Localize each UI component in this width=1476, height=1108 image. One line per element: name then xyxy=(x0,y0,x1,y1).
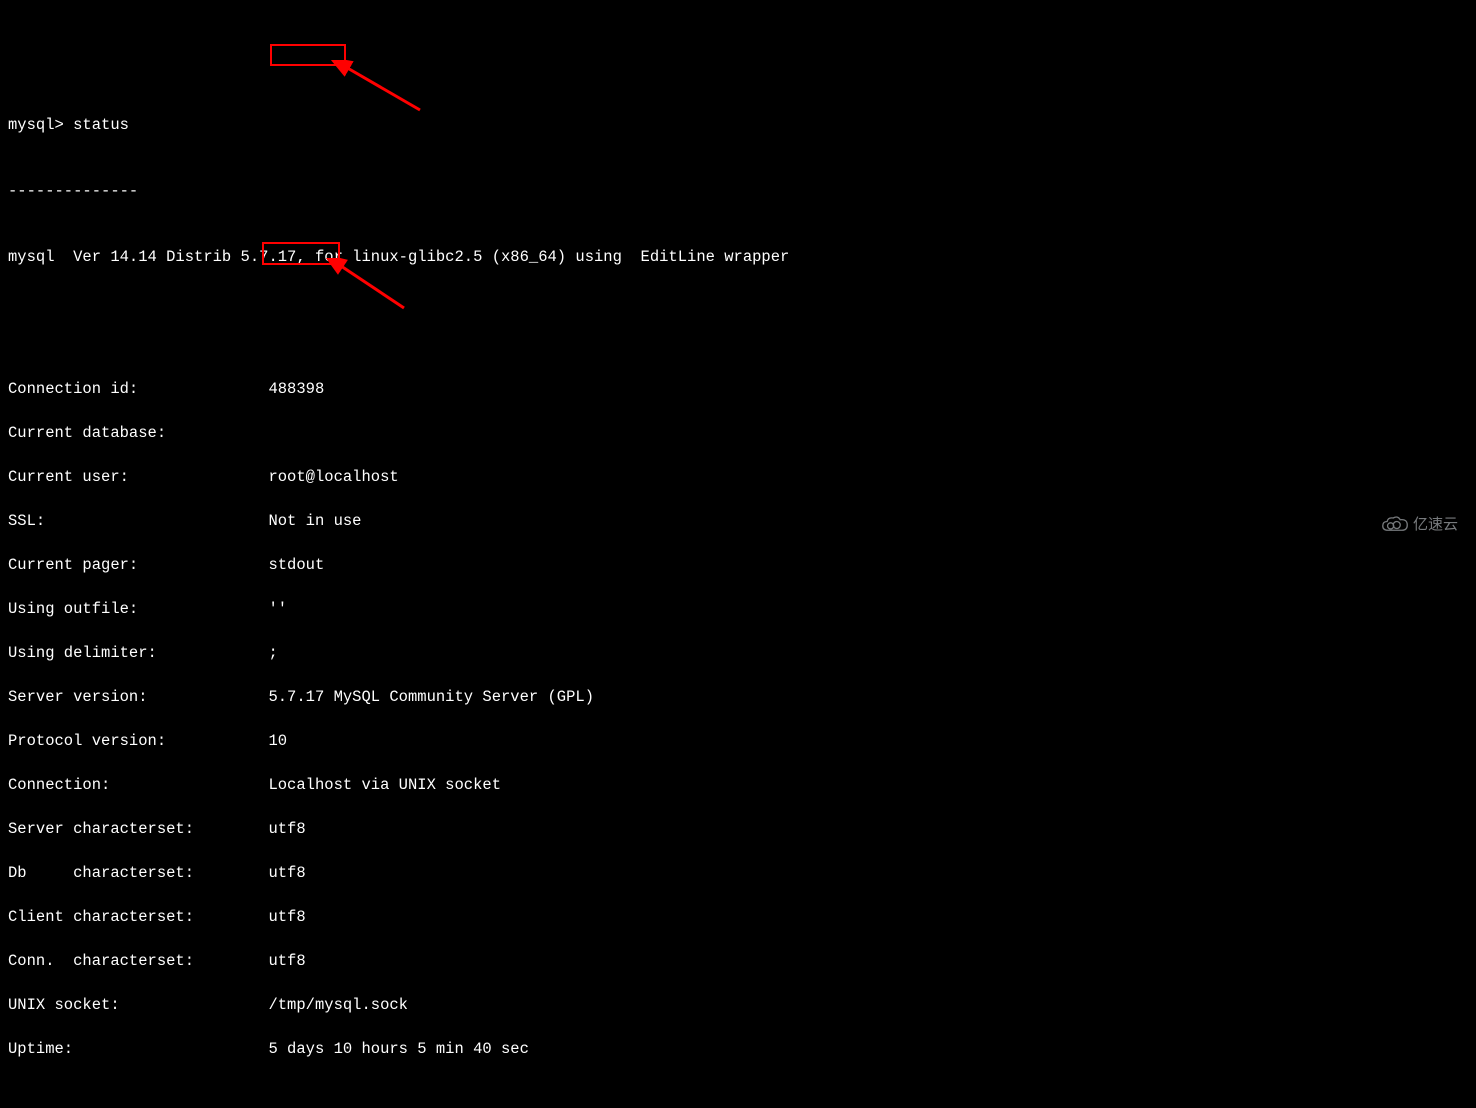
status-label: Using delimiter: xyxy=(8,644,268,662)
watermark: 亿速云 xyxy=(1381,514,1458,536)
status-value: Localhost via UNIX socket xyxy=(268,776,501,794)
status-row: Server characterset: utf8 xyxy=(8,818,1468,840)
status-value: utf8 xyxy=(268,820,305,838)
status-value: '' xyxy=(268,600,287,618)
status-label: Connection: xyxy=(8,776,268,794)
status-label: Db characterset: xyxy=(8,864,268,882)
status-row: UNIX socket: /tmp/mysql.sock xyxy=(8,994,1468,1016)
blank-line xyxy=(8,1104,1468,1108)
status-value: 488398 xyxy=(268,380,324,398)
status-value: utf8 xyxy=(268,864,305,882)
status-label: Uptime: xyxy=(8,1040,268,1058)
status-label: UNIX socket: xyxy=(8,996,268,1014)
status-label: Server version: xyxy=(8,688,268,706)
status-value: /tmp/mysql.sock xyxy=(268,996,408,1014)
watermark-text: 亿速云 xyxy=(1413,514,1458,536)
terminal-line: mysql> status xyxy=(8,114,1468,136)
version-number: 5.7.17 xyxy=(241,248,297,266)
status-label: SSL: xyxy=(8,512,268,530)
status-row: Client characterset: utf8 xyxy=(8,906,1468,928)
version-post: , for linux-glibc2.5 (x86_64) using Edit… xyxy=(296,248,789,266)
status-row: Uptime: 5 days 10 hours 5 min 40 sec xyxy=(8,1038,1468,1060)
status-value: root@localhost xyxy=(268,468,398,486)
status-label: Using outfile: xyxy=(8,600,268,618)
status-row: Current pager: stdout xyxy=(8,554,1468,576)
status-label: Server characterset: xyxy=(8,820,268,838)
status-row: Protocol version: 10 xyxy=(8,730,1468,752)
status-label: Protocol version: xyxy=(8,732,268,750)
status-value: ; xyxy=(268,644,277,662)
command-text: status xyxy=(73,116,129,134)
prompt: mysql> xyxy=(8,116,64,134)
status-value: 10 xyxy=(268,732,287,750)
version-pre: mysql Ver 14.14 Distrib xyxy=(8,248,241,266)
status-row: SSL: Not in use xyxy=(8,510,1468,532)
version-line: mysql Ver 14.14 Distrib 5.7.17, for linu… xyxy=(8,246,1468,268)
cloud-icon xyxy=(1381,516,1409,534)
status-label: Current pager: xyxy=(8,556,268,574)
status-row: Connection id: 488398 xyxy=(8,378,1468,400)
status-label: Conn. characterset: xyxy=(8,952,268,970)
status-value: Not in use xyxy=(268,512,361,530)
status-label: Client characterset: xyxy=(8,908,268,926)
status-row: Using delimiter: ; xyxy=(8,642,1468,664)
status-value: 5.7.17 MySQL Community Server (GPL) xyxy=(268,688,594,706)
status-value: utf8 xyxy=(268,908,305,926)
status-row: Current database: xyxy=(8,422,1468,444)
status-label: Connection id: xyxy=(8,380,268,398)
status-row: Connection: Localhost via UNIX socket xyxy=(8,774,1468,796)
status-row: Db characterset: utf8 xyxy=(8,862,1468,884)
status-value: utf8 xyxy=(268,952,305,970)
status-label: Current user: xyxy=(8,468,268,486)
blank-line xyxy=(8,290,1468,312)
status-row: Using outfile: '' xyxy=(8,598,1468,620)
status-label: Current database: xyxy=(8,424,268,442)
status-value: 5 days 10 hours 5 min 40 sec xyxy=(268,1040,528,1058)
divider: -------------- xyxy=(8,180,1468,202)
arrow-icon xyxy=(330,60,430,120)
status-value: stdout xyxy=(268,556,324,574)
status-row: Server version: 5.7.17 MySQL Community S… xyxy=(8,686,1468,708)
status-row: Current user: root@localhost xyxy=(8,466,1468,488)
highlight-box xyxy=(270,44,346,66)
status-row: Conn. characterset: utf8 xyxy=(8,950,1468,972)
